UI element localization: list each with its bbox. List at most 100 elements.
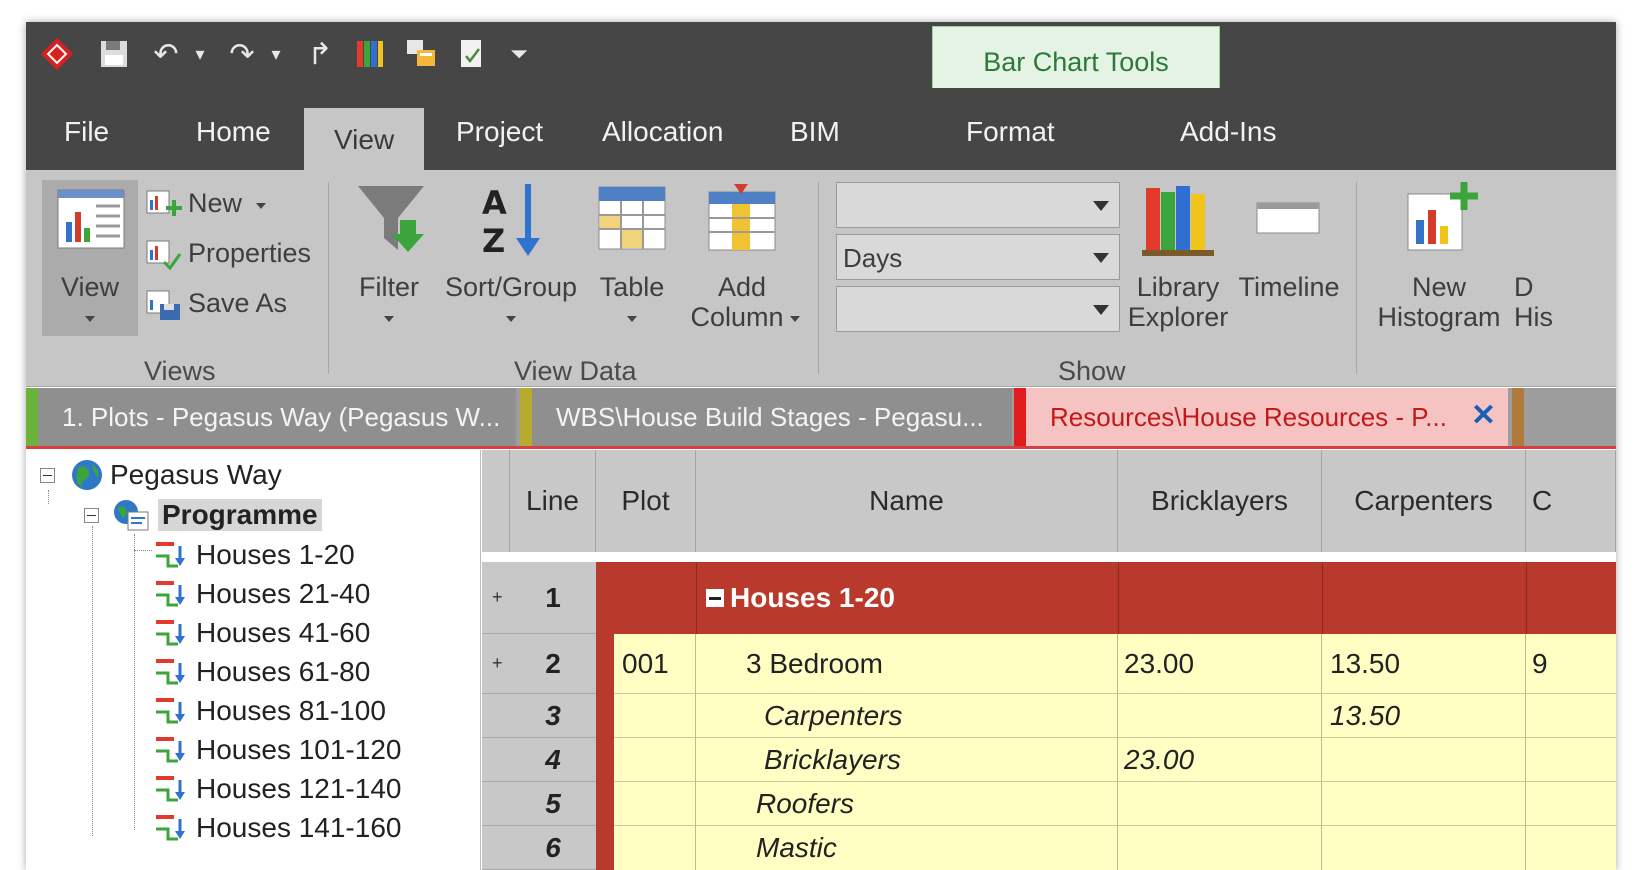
doc-tab-resources[interactable]: Resources\House Resources - P... ✕ [1014, 388, 1508, 446]
new-view-button[interactable]: New [146, 188, 326, 224]
cell-name[interactable]: Carpenters [696, 694, 1118, 738]
tree-node-houses[interactable]: Houses 1-20 [154, 536, 355, 574]
app-logo-icon[interactable] [36, 36, 78, 72]
tab-project[interactable]: Project [456, 116, 543, 148]
cell-carpenters[interactable] [1322, 782, 1526, 826]
show-combo-1[interactable] [836, 182, 1120, 228]
tab-bim[interactable]: BIM [790, 116, 840, 148]
cell-name[interactable]: 3 Bedroom [696, 634, 1118, 694]
tree-node-houses[interactable]: Houses 61-80 [154, 653, 370, 691]
column-header-carpenters[interactable]: Carpenters [1322, 450, 1526, 552]
cell-plot[interactable] [614, 694, 696, 738]
show-combo-2[interactable]: Days [836, 234, 1120, 280]
cell-name[interactable]: Bricklayers [696, 738, 1118, 782]
header-row-selector[interactable] [482, 450, 510, 552]
row-selector[interactable]: + [482, 634, 510, 694]
cell-name[interactable]: Roofers [696, 782, 1118, 826]
tree-node-houses[interactable]: Houses 21-40 [154, 575, 370, 613]
expand-row-icon[interactable]: + [492, 587, 503, 608]
column-header-plot[interactable]: Plot [596, 450, 696, 552]
collapse-programme-icon[interactable] [84, 508, 99, 523]
tab-home[interactable]: Home [196, 116, 271, 148]
cell-bricklayers[interactable]: 23.00 [1118, 634, 1322, 694]
cell-partial[interactable] [1526, 826, 1616, 870]
tree-node-root[interactable]: Pegasus Way [70, 456, 282, 494]
tree-node-houses[interactable]: Houses 121-140 [154, 770, 401, 808]
view-button[interactable]: View [42, 180, 138, 336]
new-histogram-button[interactable]: New Histogram [1372, 180, 1506, 340]
redo-icon[interactable]: ↷ [222, 36, 262, 72]
tab-view[interactable]: View [304, 108, 425, 170]
save-as-button[interactable]: Save As [146, 288, 326, 324]
cell-partial[interactable] [1526, 738, 1616, 782]
collapse-summary-icon[interactable] [706, 589, 724, 607]
cell-line[interactable]: 3 [510, 694, 596, 738]
row-selector[interactable] [482, 826, 510, 870]
tree-node-houses[interactable]: Houses 101-120 [154, 731, 401, 769]
collapse-root-icon[interactable] [40, 468, 55, 483]
close-tab-icon[interactable]: ✕ [1471, 398, 1496, 433]
sort-group-button[interactable]: A Z Sort/Group [442, 180, 580, 340]
row-selector[interactable] [482, 738, 510, 782]
cell-carpenters[interactable]: 13.50 [1322, 634, 1526, 694]
cell-plot[interactable] [614, 826, 696, 870]
cell-carpenters[interactable] [1322, 738, 1526, 782]
partial-ribbon-button-line1[interactable]: D [1514, 272, 1534, 303]
filter-button[interactable]: Filter [352, 180, 426, 340]
cell-bricklayers[interactable] [1118, 782, 1322, 826]
cell-bricklayers[interactable]: 23.00 [1118, 738, 1322, 782]
table-button[interactable]: Table [592, 180, 672, 340]
cell-bricklayers[interactable] [1118, 694, 1322, 738]
cell-line[interactable]: 6 [510, 826, 596, 870]
customize-qat-icon[interactable]: ⏷ [504, 36, 534, 72]
tree-node-houses[interactable]: Houses 81-100 [154, 692, 386, 730]
timeline-button[interactable]: Timeline [1236, 180, 1342, 310]
column-header-name[interactable]: Name [696, 450, 1118, 552]
cell-bricklayers[interactable] [1118, 826, 1322, 870]
cell-name-summary[interactable]: Houses 1-20 [706, 562, 1106, 634]
row-selector[interactable] [482, 782, 510, 826]
copy-layout-icon[interactable] [402, 36, 442, 72]
column-header-partial[interactable]: C [1526, 450, 1616, 552]
expand-row-icon[interactable]: + [492, 653, 503, 674]
cell-plot[interactable] [614, 782, 696, 826]
cell-carpenters[interactable] [1322, 826, 1526, 870]
show-combo-3[interactable] [836, 286, 1120, 332]
row-selector[interactable]: + [482, 562, 510, 634]
cell-partial[interactable]: 9 [1526, 634, 1616, 694]
cell-partial[interactable] [1526, 694, 1616, 738]
cell-line[interactable]: 2 [510, 634, 596, 694]
redo-dropdown-icon[interactable]: ▾ [266, 36, 286, 72]
doc-tab-plots[interactable]: 1. Plots - Pegasus Way (Pegasus W... [26, 388, 516, 446]
save-icon[interactable] [96, 36, 132, 72]
cell-line[interactable]: 1 [510, 562, 596, 634]
tree-node-programme[interactable]: Programme [112, 496, 322, 534]
tree-node-houses[interactable]: Houses 41-60 [154, 614, 370, 652]
tab-file[interactable]: File [64, 116, 109, 148]
cell-line[interactable]: 4 [510, 738, 596, 782]
cell-carpenters[interactable]: 13.50 [1322, 694, 1526, 738]
library-icon[interactable] [352, 36, 388, 72]
tree-node-houses[interactable]: Houses 141-160 [154, 809, 401, 847]
tab-add-ins[interactable]: Add-Ins [1180, 116, 1277, 148]
cell-plot[interactable] [614, 738, 696, 782]
undo-dropdown-icon[interactable]: ▾ [190, 36, 210, 72]
document-check-icon[interactable] [454, 36, 490, 72]
undo-icon[interactable]: ↶ [146, 36, 186, 72]
tab-allocation[interactable]: Allocation [602, 116, 723, 148]
tab-format[interactable]: Format [966, 116, 1055, 148]
cell-plot[interactable]: 001 [614, 634, 696, 694]
properties-button[interactable]: Properties [146, 238, 326, 274]
column-header-line[interactable]: Line [510, 450, 596, 552]
add-column-button[interactable]: Add Column [682, 180, 802, 340]
column-header-bricklayers[interactable]: Bricklayers [1118, 450, 1322, 552]
cell-partial[interactable] [1526, 782, 1616, 826]
tree-node-label: Houses 61-80 [196, 656, 371, 687]
row-selector[interactable] [482, 694, 510, 738]
cell-name[interactable]: Mastic [696, 826, 1118, 870]
cell-line[interactable]: 5 [510, 782, 596, 826]
outdent-arrow-icon[interactable]: ↱ [302, 36, 338, 72]
partial-ribbon-button-line2[interactable]: His [1514, 302, 1553, 333]
doc-tab-wbs[interactable]: WBS\House Build Stages - Pegasu... [520, 388, 1012, 446]
library-explorer-button[interactable]: Library Explorer [1124, 180, 1232, 340]
